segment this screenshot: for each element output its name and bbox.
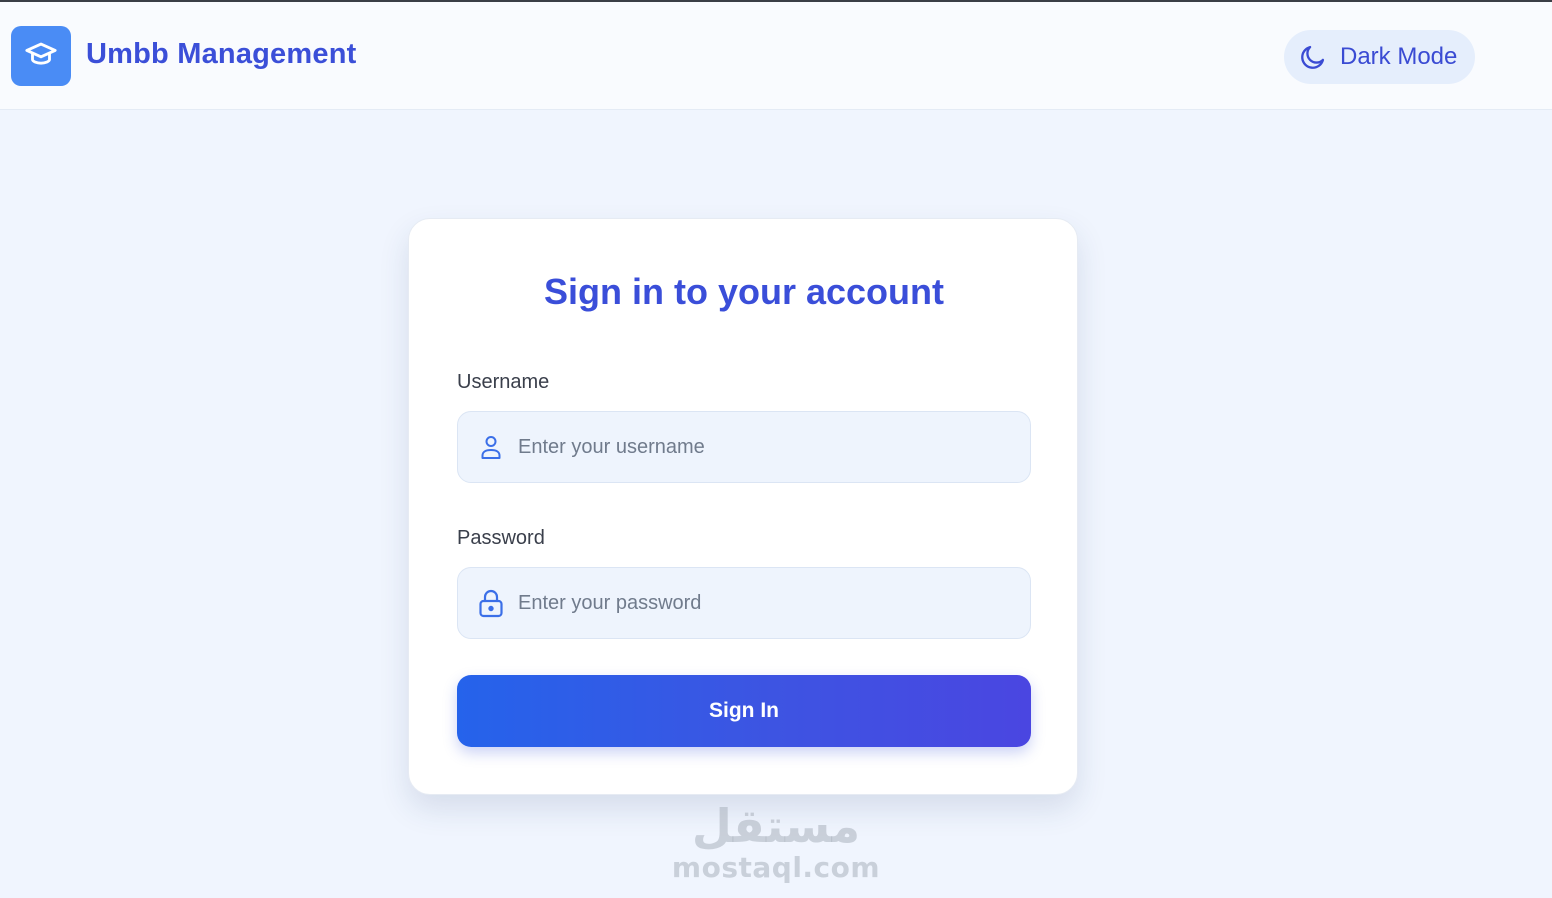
username-field-wrapper xyxy=(457,411,1031,483)
lock-icon xyxy=(478,588,504,618)
password-field-wrapper xyxy=(457,567,1031,639)
brand-title[interactable]: Umbb Management xyxy=(86,38,356,71)
password-label: Password xyxy=(457,527,545,549)
user-icon xyxy=(478,432,504,462)
moon-icon xyxy=(1298,42,1328,72)
logo[interactable] xyxy=(11,26,71,86)
graduation-cap-icon xyxy=(24,37,58,76)
login-card: Sign in to your account Username Passwor… xyxy=(408,218,1078,795)
watermark-arabic: مستقل xyxy=(691,799,861,853)
username-label: Username xyxy=(457,371,550,393)
username-input[interactable] xyxy=(518,412,1030,482)
dark-mode-toggle-button[interactable]: Dark Mode xyxy=(1284,30,1475,84)
app-header: Umbb Management Dark Mode xyxy=(0,2,1552,110)
watermark: مستقل mostaql.com xyxy=(660,790,892,885)
password-input[interactable] xyxy=(518,568,1030,638)
sign-in-button[interactable]: Sign In xyxy=(457,675,1031,747)
page-title: Sign in to your account xyxy=(543,271,944,312)
watermark-domain: mostaql.com xyxy=(671,851,881,884)
dark-mode-label: Dark Mode xyxy=(1340,43,1458,70)
